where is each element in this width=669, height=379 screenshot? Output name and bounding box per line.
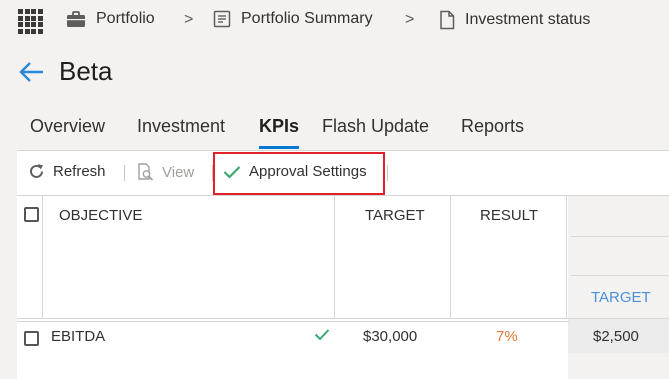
refresh-label: Refresh [53,163,106,180]
app-launcher-icon[interactable] [18,9,46,34]
breadcrumb-label: Investment status [465,11,591,28]
result-header[interactable]: RESULT [480,207,538,224]
summary-doc-icon [213,10,231,28]
breadcrumb-label: Portfolio [96,10,155,27]
table-divider [566,195,567,319]
result-cell: 7% [496,328,518,345]
breadcrumb-portfolio[interactable]: Portfolio [66,10,155,28]
command-divider [124,165,125,181]
tab-flash-update[interactable]: Flash Update [322,116,429,137]
kpi-table: OBJECTIVE TARGET RESULT TARGET EBITDA $3… [17,195,669,379]
table-border [17,195,669,196]
table-divider [571,275,669,276]
page-header: Beta [18,56,113,87]
table-divider [17,321,569,322]
command-bar: Refresh View Approval Settings [17,151,669,195]
sub-target-header[interactable]: TARGET [591,289,651,306]
top-bar: Portfolio > Portfolio Summary > Investme… [0,0,669,42]
tab-overview[interactable]: Overview [30,116,105,137]
briefcase-icon [66,10,86,28]
table-divider [334,195,335,319]
select-all-checkbox[interactable] [24,207,39,222]
view-icon [137,163,154,181]
target-cell: $30,000 [363,328,418,345]
back-arrow-icon[interactable] [18,57,46,87]
breadcrumb-portfolio-summary[interactable]: Portfolio Summary [213,10,373,28]
approved-checkmark-icon [314,328,330,345]
row-checkbox[interactable] [24,331,39,346]
table-divider [42,195,43,319]
target-header[interactable]: TARGET [365,207,425,224]
table-divider [571,236,669,237]
refresh-icon [28,163,45,180]
view-button[interactable]: View [137,163,194,181]
objective-header[interactable]: OBJECTIVE [59,207,142,224]
page-title: Beta [59,56,113,86]
breadcrumb-separator: > [405,11,415,28]
page-icon [439,10,455,30]
command-divider [387,165,388,181]
breadcrumb-investment-status[interactable]: Investment status [439,10,590,30]
table-divider [450,195,451,319]
view-label: View [162,163,195,181]
tab-reports[interactable]: Reports [461,116,524,137]
breadcrumb-label: Portfolio Summary [241,10,373,27]
sub-target-cell: $2,500 [593,328,639,345]
kpi-panel: Refresh View Approval Settings OBJECTIVE… [17,150,669,379]
approval-settings-highlight [213,152,385,195]
tab-kpis[interactable]: KPIs [259,116,300,149]
refresh-button[interactable]: Refresh [28,163,106,180]
breadcrumb-separator: > [184,11,194,28]
tab-investment[interactable]: Investment [137,116,225,137]
table-divider [17,318,669,319]
objective-cell: EBITDA [51,328,106,345]
